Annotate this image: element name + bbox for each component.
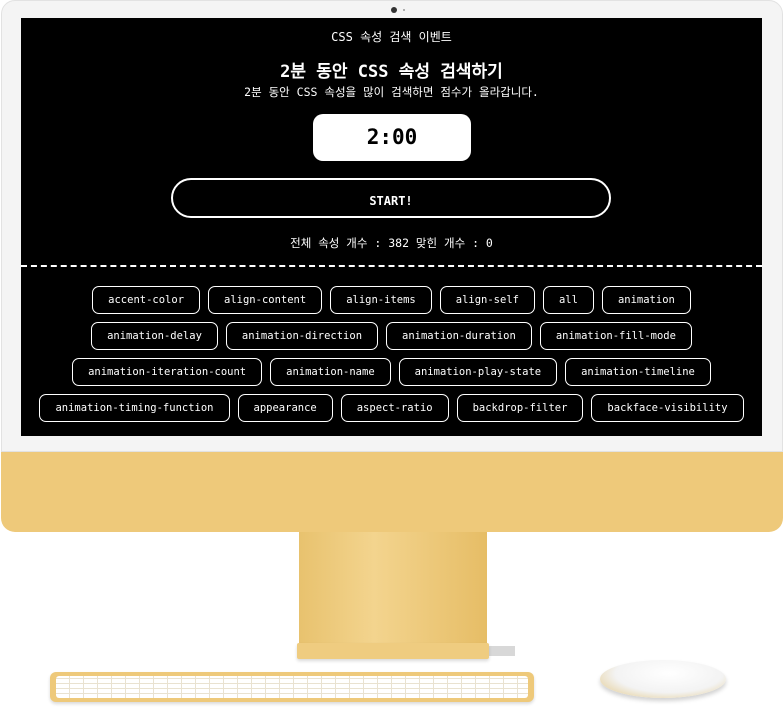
property-tag[interactable]: align-self (439, 286, 535, 314)
monitor-stand (299, 532, 487, 650)
property-tag[interactable]: align-items (330, 286, 432, 314)
property-tag[interactable]: backdrop-filter (456, 394, 584, 422)
page-title: 2분 동안 CSS 속성 검색하기 (280, 62, 503, 82)
mouse (600, 660, 726, 698)
property-tag[interactable]: animation-timing-function (39, 394, 230, 422)
stand-shadow (485, 646, 515, 656)
property-list: accent-color align-content align-items a… (21, 286, 762, 430)
property-tag[interactable]: animation-iteration-count (72, 358, 263, 386)
countdown-timer: 2:00 (313, 114, 471, 161)
page-subtitle: 2분 동안 CSS 속성을 많이 검색하면 점수가 올라갑니다. (244, 85, 539, 99)
dashed-divider (21, 265, 762, 267)
property-tag[interactable]: animation-delay (91, 322, 218, 350)
property-tag[interactable]: animation-timeline (565, 358, 711, 386)
keyboard (50, 672, 534, 702)
property-tag[interactable]: accent-color (92, 286, 201, 314)
property-tag[interactable]: animation-fill-mode (539, 322, 692, 350)
keyboard-keys (56, 676, 528, 698)
property-tag[interactable]: backface-visibility (591, 394, 744, 422)
monitor-screen: CSS 속성 검색 이벤트 2분 동안 CSS 속성 검색하기 2분 동안 CS… (21, 18, 762, 436)
property-tag[interactable]: all (542, 286, 594, 314)
property-row: animation-delay animation-direction anim… (21, 322, 762, 350)
property-tag[interactable]: animation-play-state (398, 358, 558, 386)
property-row: animation-iteration-count animation-name… (21, 358, 762, 386)
camera-icon (391, 7, 397, 13)
property-tag[interactable]: animation-direction (225, 322, 379, 350)
camera-sensor (403, 9, 405, 11)
property-row: animation-timing-function appearance asp… (21, 394, 762, 422)
property-tag[interactable]: animation-duration (386, 322, 532, 350)
monitor-stand-base (297, 643, 489, 659)
start-button[interactable]: START! (171, 178, 611, 218)
monitor-chin (1, 452, 783, 532)
property-row: accent-color align-content align-items a… (21, 286, 762, 314)
property-tag[interactable]: animation (601, 286, 691, 314)
event-header: CSS 속성 검색 이벤트 (331, 30, 452, 44)
property-tag[interactable]: appearance (237, 394, 333, 422)
property-tag[interactable]: animation-name (270, 358, 391, 386)
property-tag[interactable]: aspect-ratio (340, 394, 449, 422)
property-tag[interactable]: align-content (208, 286, 323, 314)
score-stats: 전체 속성 개수 : 382 맞힌 개수 : 0 (290, 236, 493, 250)
